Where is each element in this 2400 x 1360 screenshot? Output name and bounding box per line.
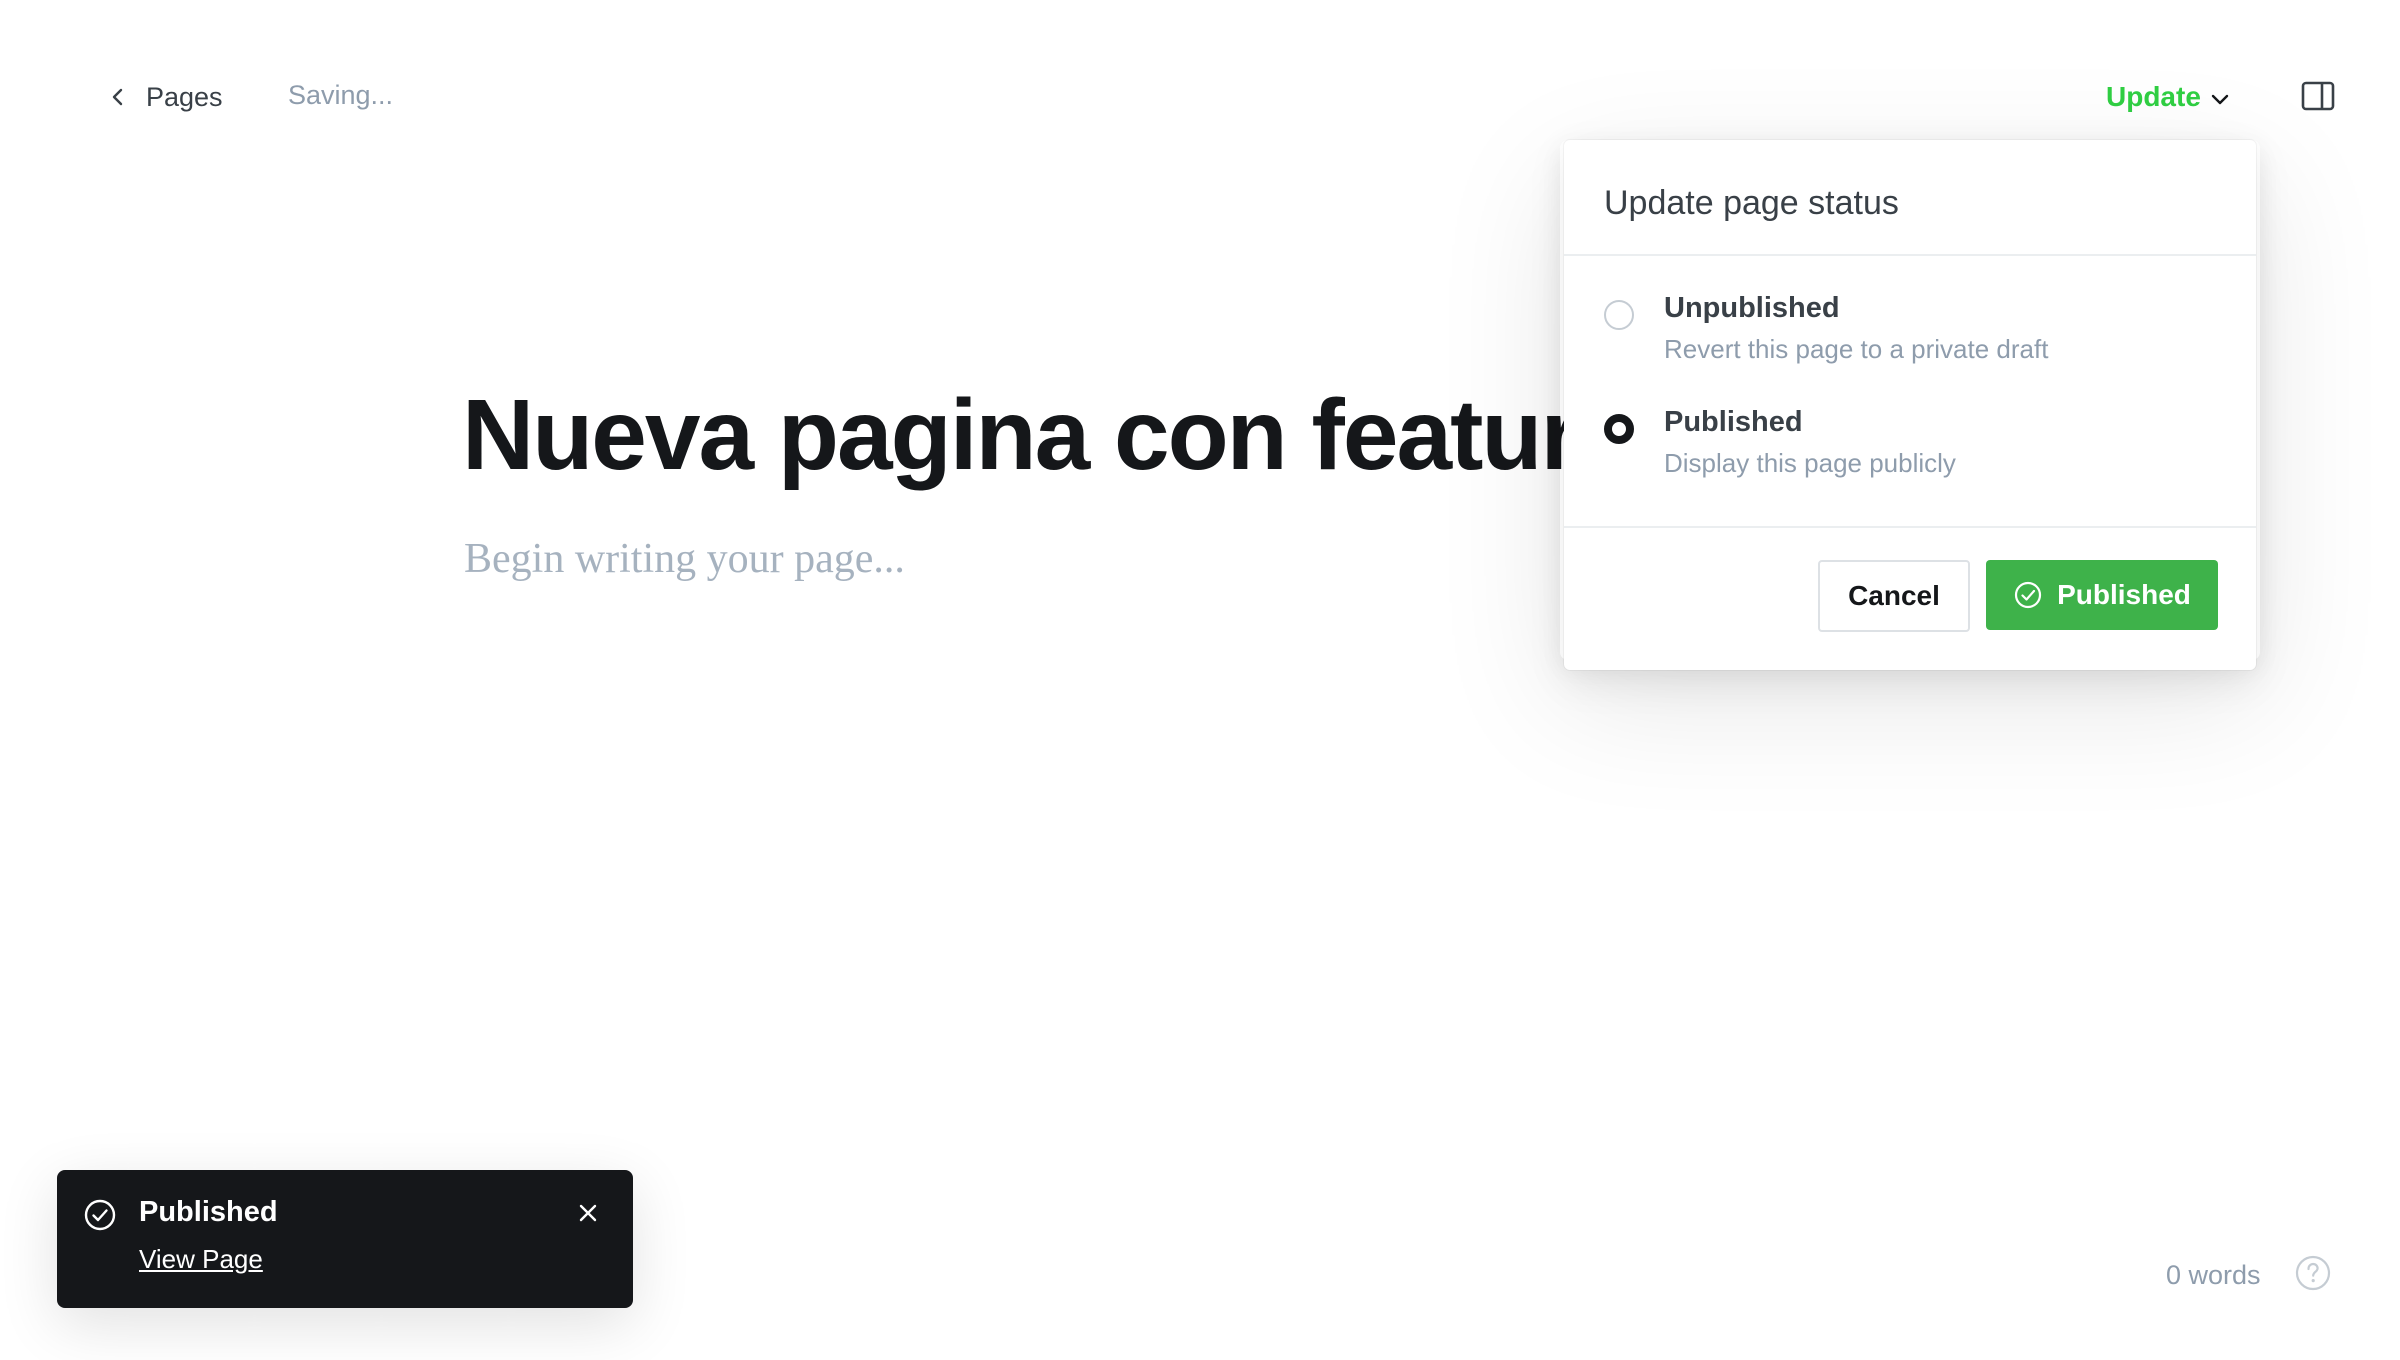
- question-circle-icon[interactable]: [2294, 1254, 2332, 1292]
- back-link-label: Pages: [146, 81, 223, 112]
- check-circle-icon: [2014, 581, 2042, 609]
- option-label: Unpublished: [1664, 292, 1840, 324]
- publish-menu-header: Update page status: [1564, 140, 2256, 256]
- update-button-label: Update: [2106, 81, 2201, 112]
- sidebar-toggle-icon[interactable]: [2300, 78, 2336, 114]
- confirm-button-label: Published: [2057, 579, 2191, 610]
- update-dropdown-button[interactable]: Update: [2106, 76, 2231, 118]
- radio-unpublished[interactable]: [1604, 300, 1634, 330]
- option-label: Published: [1664, 406, 1803, 438]
- status-option-published[interactable]: Published Display this page publicly: [1604, 402, 1956, 480]
- chevron-left-icon: [112, 88, 123, 106]
- check-circle-icon: [84, 1199, 116, 1231]
- option-description: Display this page publicly: [1664, 447, 1956, 478]
- status-option-unpublished[interactable]: Unpublished Revert this page to a privat…: [1604, 288, 2048, 366]
- page-body-editor[interactable]: Begin writing your page...: [464, 534, 905, 584]
- word-count: 0 words: [2166, 1260, 2261, 1290]
- publish-status-menu: Update page status Unpublished Revert th…: [1564, 140, 2256, 670]
- confirm-published-button[interactable]: Published: [1986, 560, 2218, 630]
- chevron-down-icon: [2211, 94, 2229, 105]
- view-page-link[interactable]: View Page: [139, 1244, 263, 1275]
- publish-menu-footer: Cancel Published: [1564, 526, 2256, 670]
- page-title-input[interactable]: Nueva pagina con feature: [462, 380, 1633, 490]
- radio-published[interactable]: [1604, 414, 1634, 444]
- notification-title: Published: [139, 1196, 278, 1228]
- option-description: Revert this page to a private draft: [1664, 333, 2049, 364]
- published-notification: Published View Page: [57, 1170, 633, 1308]
- close-icon[interactable]: [575, 1200, 601, 1226]
- cancel-button[interactable]: Cancel: [1818, 560, 1970, 632]
- saving-status: Saving...: [288, 80, 394, 110]
- back-to-pages-link[interactable]: Pages: [108, 76, 223, 118]
